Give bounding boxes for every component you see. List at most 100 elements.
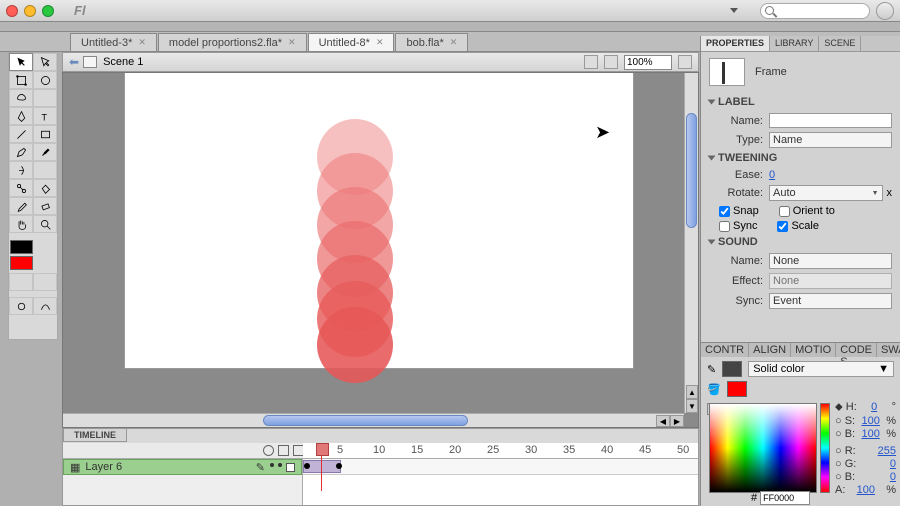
b-value[interactable]: 100	[861, 428, 879, 440]
h-value[interactable]: 0	[871, 401, 877, 414]
stage-canvas[interactable]	[125, 72, 633, 368]
sound-sync-select[interactable]: Event	[769, 293, 892, 309]
hand-tool[interactable]	[9, 215, 33, 233]
frames-area[interactable]	[303, 459, 698, 505]
vertical-scrollbar[interactable]: ▲ ▼	[684, 73, 698, 413]
smooth-icon[interactable]	[33, 297, 57, 315]
frame-ruler[interactable]: 5 10 15 20 25 30 35 40 45 50 55	[303, 443, 698, 459]
tab-swatches[interactable]: SWATC	[877, 343, 900, 357]
scroll-down-icon[interactable]: ▼	[686, 399, 698, 413]
g-value[interactable]: 0	[890, 458, 896, 470]
tab-properties[interactable]: PROPERTIES	[701, 36, 770, 51]
scrollbar-thumb[interactable]	[263, 415, 468, 426]
hex-input[interactable]	[760, 491, 810, 505]
edit-scene-icon[interactable]	[584, 55, 598, 69]
stroke-swatch[interactable]	[722, 361, 742, 377]
text-tool[interactable]: T	[33, 107, 57, 125]
stroke-color-swatch[interactable]	[10, 240, 33, 254]
eyedropper-tool[interactable]	[9, 197, 33, 215]
r-value[interactable]: 255	[878, 445, 896, 457]
chevron-down-icon[interactable]	[708, 100, 716, 105]
sound-name-select[interactable]: None	[769, 253, 892, 269]
pencil-tool[interactable]	[9, 143, 33, 161]
layer-row[interactable]: ▦ Layer 6 ✎	[63, 459, 302, 475]
tab-contr[interactable]: CONTR	[701, 343, 749, 357]
lasso-tool[interactable]	[9, 89, 33, 107]
doc-tab-0[interactable]: Untitled-3*✕	[70, 33, 157, 51]
close-icon[interactable]: ✕	[450, 37, 458, 48]
sync-checkbox[interactable]	[719, 221, 730, 232]
horizontal-scrollbar[interactable]: ◀ ▶	[63, 413, 684, 427]
color-spectrum[interactable]	[709, 403, 817, 493]
scale-checkbox[interactable]	[777, 221, 788, 232]
color-type-select[interactable]: Solid color▼	[748, 361, 894, 377]
chevron-down-icon[interactable]	[708, 240, 716, 245]
doc-tab-2[interactable]: Untitled-8*✕	[308, 33, 395, 51]
subselection-tool[interactable]	[33, 53, 57, 71]
orient-checkbox[interactable]	[779, 206, 790, 217]
search-go-button[interactable]	[876, 2, 894, 20]
workspace-dropdown-icon[interactable]	[730, 8, 738, 13]
scroll-up-icon[interactable]: ▲	[686, 385, 698, 399]
tab-library[interactable]: LIBRARY	[770, 36, 819, 51]
3d-rotation-tool[interactable]	[33, 71, 57, 89]
hue-slider[interactable]	[820, 403, 830, 493]
zoom-window-button[interactable]	[42, 5, 54, 17]
scrollbar-thumb[interactable]	[686, 113, 697, 228]
rectangle-tool[interactable]	[33, 125, 57, 143]
label-type-select[interactable]: Name	[769, 132, 892, 148]
doc-tab-label: model proportions2.fla*	[169, 37, 282, 49]
tick: 10	[373, 444, 385, 456]
brush-tool[interactable]	[33, 143, 57, 161]
edit-symbol-icon[interactable]	[604, 55, 618, 69]
line-tool[interactable]	[9, 125, 33, 143]
doc-tab-1[interactable]: model proportions2.fla* ✕	[158, 33, 307, 51]
black-white-icon[interactable]	[9, 273, 33, 291]
frames-row[interactable]	[303, 459, 698, 475]
keyframe[interactable]	[304, 463, 310, 469]
tab-scene[interactable]: SCENE	[819, 36, 861, 51]
deco-tool[interactable]	[9, 161, 33, 179]
swap-colors-icon[interactable]	[33, 273, 57, 291]
ease-value[interactable]: 0	[769, 169, 775, 181]
paint-bucket-tool[interactable]	[33, 179, 57, 197]
s-value[interactable]: 100	[861, 415, 879, 427]
current-shape[interactable]	[317, 307, 393, 383]
close-window-button[interactable]	[6, 5, 18, 17]
search-input[interactable]	[760, 3, 870, 19]
back-icon[interactable]: ⬅	[69, 55, 79, 69]
a-value[interactable]: 100	[857, 484, 875, 496]
eraser-tool[interactable]	[33, 197, 57, 215]
free-transform-tool[interactable]	[9, 71, 33, 89]
close-icon[interactable]: ✕	[138, 37, 146, 48]
rotate-select[interactable]: Auto▼	[769, 185, 883, 201]
bone-tool[interactable]	[9, 179, 33, 197]
timeline-tab[interactable]: TIMELINE	[63, 428, 127, 442]
doc-tab-3[interactable]: bob.fla*✕	[395, 33, 468, 51]
zoom-input[interactable]	[624, 55, 672, 70]
scroll-right-icon[interactable]: ▶	[670, 415, 684, 427]
close-icon[interactable]: ✕	[376, 37, 384, 48]
zoom-tool[interactable]	[33, 215, 57, 233]
tab-code[interactable]: CODE S	[836, 343, 877, 357]
close-icon[interactable]: ✕	[288, 37, 296, 48]
fill-swatch[interactable]	[727, 381, 747, 397]
chevron-down-icon[interactable]	[708, 156, 716, 161]
stage-area[interactable]: ➤ ◀ ▶ ▲ ▼	[62, 72, 699, 428]
label-name-input[interactable]	[769, 113, 892, 128]
b2-value[interactable]: 0	[890, 471, 896, 483]
tab-motion[interactable]: MOTIO	[791, 343, 836, 357]
keyframe[interactable]	[336, 463, 342, 469]
snap-checkbox[interactable]	[719, 206, 730, 217]
snap-to-objects-icon[interactable]	[9, 297, 33, 315]
zoom-dropdown-icon[interactable]	[678, 55, 692, 69]
pen-tool[interactable]	[9, 107, 33, 125]
playhead[interactable]	[321, 443, 322, 491]
fill-color-swatch[interactable]	[10, 256, 33, 270]
visibility-icon[interactable]	[263, 445, 274, 456]
scroll-left-icon[interactable]: ◀	[656, 415, 670, 427]
selection-tool[interactable]	[9, 53, 33, 71]
minimize-window-button[interactable]	[24, 5, 36, 17]
tab-align[interactable]: ALIGN	[749, 343, 791, 357]
lock-icon[interactable]	[278, 445, 289, 456]
